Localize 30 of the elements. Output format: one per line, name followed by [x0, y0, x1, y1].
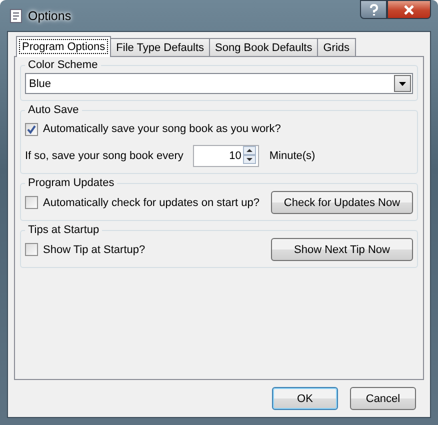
close-icon [403, 4, 415, 14]
tab[interactable]: Program Options [16, 36, 112, 57]
unit-label: Minute(s) [269, 150, 316, 162]
group-title: Color Scheme [27, 59, 99, 71]
check-updates-button[interactable]: Check for Updates Now [271, 191, 413, 214]
spin-arrows-icon [243, 146, 256, 164]
color-scheme-dropdown[interactable]: Blue [25, 73, 413, 94]
close-button[interactable] [387, 0, 431, 19]
tab[interactable]: File Type Defaults [110, 38, 210, 56]
group-title: Auto Save [27, 104, 80, 116]
checkbox[interactable] [25, 243, 38, 256]
tab[interactable]: Song Book Defaults [209, 38, 318, 56]
minutes-spinner[interactable]: 10 [193, 145, 260, 167]
caret-icon [399, 82, 406, 86]
dialog-button[interactable]: Cancel [350, 387, 416, 410]
group-title: Tips at Startup [27, 224, 100, 236]
checkbox-label: Automatically save your song book as you work? [43, 123, 281, 135]
next-tip-button[interactable]: Show Next Tip Now [271, 238, 413, 261]
dialog-button[interactable]: OK [272, 387, 338, 410]
checkbox-label: Automatically check for updates on start up? [43, 196, 260, 208]
checkbox-label: Show Tip at Startup? [43, 244, 146, 256]
window-title: Options [28, 8, 72, 22]
checkbox[interactable] [25, 196, 38, 209]
group-title: Program Updates [27, 177, 116, 189]
document-icon [10, 8, 22, 22]
help-button[interactable] [360, 0, 387, 19]
question-mark-icon [368, 4, 378, 16]
interval-label: If so, save your song book every [25, 150, 184, 162]
tab[interactable]: Grids [317, 38, 356, 56]
checkbox[interactable] [25, 122, 38, 136]
